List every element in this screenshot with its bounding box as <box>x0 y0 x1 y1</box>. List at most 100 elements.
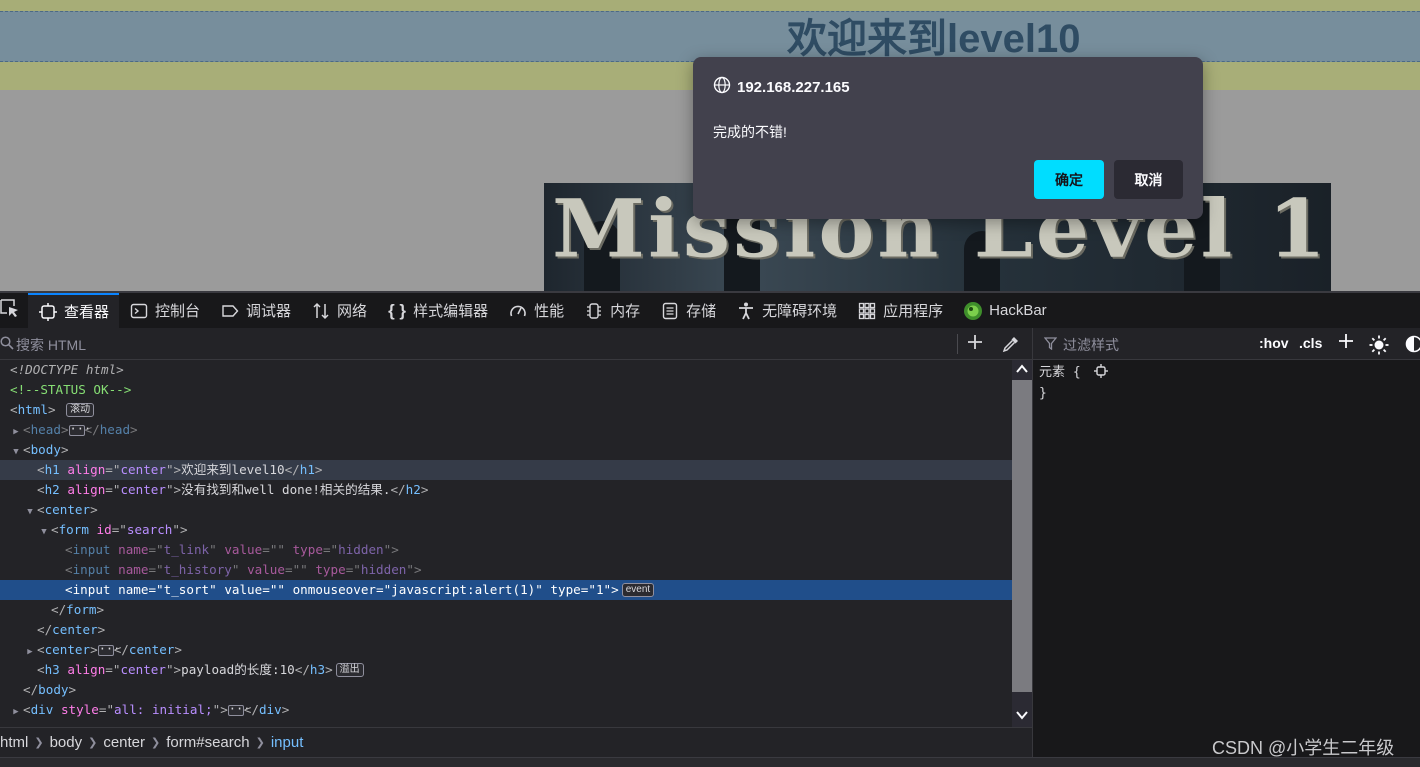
chevron-up-icon[interactable] <box>1015 362 1029 381</box>
tree-row-h3[interactable]: <h3 align="center">payload的长度:10</h3>溢出 <box>0 660 1012 680</box>
tab-console[interactable]: 控制台 <box>119 293 210 328</box>
tag-name: form <box>66 602 96 617</box>
breadcrumb-item-active[interactable]: input <box>271 734 308 751</box>
rule-close-brace: } <box>1039 384 1108 403</box>
element-picker-button[interactable] <box>0 293 28 328</box>
chevron-right-icon: ❯ <box>32 736 49 749</box>
tab-hackbar[interactable]: HackBar <box>953 293 1057 328</box>
tag-name: h2 <box>406 482 421 497</box>
attr-value: javascript:alert(1) <box>391 582 535 597</box>
collapse-arrow-icon[interactable]: ▼ <box>23 502 37 522</box>
tree-row-center-2[interactable]: ▶<center>···</center> <box>0 640 1012 660</box>
text-node: payload的长度:10 <box>181 662 295 677</box>
tab-label: 性能 <box>534 300 564 321</box>
devtools-tabbar: 查看器 控制台 调试器 网络 { } 样式编辑器 性能 内存 存储 <box>0 293 1420 329</box>
expand-arrow-icon[interactable]: ▶ <box>23 642 37 662</box>
tree-row-center-close[interactable]: </center> <box>0 620 1012 640</box>
breadcrumb-item[interactable]: html <box>0 734 32 751</box>
pseudo-class-toggle-button[interactable]: :hov <box>1259 335 1289 351</box>
markup-view: <!DOCTYPE html> <!--STATUS OK--> <html> … <box>0 328 1032 766</box>
tree-row-head[interactable]: ▶<head>···</head> <box>0 420 1012 440</box>
add-rule-button[interactable] <box>1337 332 1355 354</box>
tag-name: h2 <box>45 482 60 497</box>
collapsed-children-icon[interactable]: ··· <box>98 645 114 656</box>
tab-storage[interactable]: 存储 <box>650 293 726 328</box>
chevron-down-icon[interactable] <box>1015 708 1029 727</box>
attr-value: all: initial; <box>114 702 213 717</box>
tree-row-center[interactable]: ▼<center> <box>0 500 1012 520</box>
attr-value: center <box>120 482 166 497</box>
accessibility-icon <box>736 301 756 321</box>
tab-accessibility[interactable]: 无障碍环境 <box>726 293 847 328</box>
html-search-input[interactable] <box>14 333 918 357</box>
tree-row-body-close[interactable]: </body> <box>0 680 1012 700</box>
tree-row-input-t-sort[interactable]: <input name="t_sort" value="" onmouseove… <box>0 580 1012 600</box>
markup-scrollbar[interactable] <box>1012 360 1032 727</box>
breadcrumb: html ❯ body ❯ center ❯ form#search ❯ inp… <box>0 727 1032 757</box>
collapsed-children-icon[interactable]: ··· <box>228 705 244 716</box>
tree-row-form-close[interactable]: </form> <box>0 600 1012 620</box>
styles-filter-input[interactable] <box>1061 334 1255 356</box>
tree-row-div[interactable]: ▶<div style="all: initial;">···</div> <box>0 700 1012 720</box>
tag-name: head <box>31 422 61 437</box>
attr-value: 1 <box>596 582 604 597</box>
collapse-arrow-icon[interactable]: ▼ <box>37 522 51 542</box>
tab-debugger[interactable]: 调试器 <box>210 293 301 328</box>
tree-row-input-t-link[interactable]: <input name="t_link" value="" type="hidd… <box>0 540 1012 560</box>
expand-arrow-icon[interactable]: ▶ <box>9 702 23 722</box>
tab-application[interactable]: 应用程序 <box>847 293 953 328</box>
class-toggle-button[interactable]: .cls <box>1299 335 1322 351</box>
tag-name: h3 <box>310 662 325 677</box>
alert-cancel-button[interactable]: 取消 <box>1114 160 1183 199</box>
element-selector: 元素 { <box>1039 365 1081 380</box>
application-icon <box>857 301 877 321</box>
tab-inspector[interactable]: 查看器 <box>28 293 119 328</box>
tab-style-editor[interactable]: { } 样式编辑器 <box>377 293 498 328</box>
tag-name: body <box>38 682 68 697</box>
tree-row-input-t-history[interactable]: <input name="t_history" value="" type="h… <box>0 560 1012 580</box>
tree-row-h1[interactable]: <h1 align="center">欢迎来到level10</h1> <box>0 460 1012 480</box>
alert-origin: 192.168.227.165 <box>713 77 850 97</box>
collapsed-children-icon[interactable]: ··· <box>69 425 85 436</box>
tab-network[interactable]: 网络 <box>301 293 377 328</box>
element-picker-icon <box>0 298 20 323</box>
tab-memory[interactable]: 内存 <box>574 293 650 328</box>
expand-arrow-icon[interactable]: ▶ <box>9 422 23 442</box>
tree-row-doctype[interactable]: <!DOCTYPE html> <box>0 360 1012 380</box>
alert-message: 完成的不错! <box>713 122 787 142</box>
tree-row-h2[interactable]: <h2 align="center">没有找到和well done!相关的结果.… <box>0 480 1012 500</box>
light-mode-icon[interactable] <box>1369 335 1389 360</box>
tree-row-body[interactable]: ▼<body> <box>0 440 1012 460</box>
event-badge[interactable]: event <box>622 583 654 597</box>
tab-performance[interactable]: 性能 <box>498 293 574 328</box>
alert-ok-button[interactable]: 确定 <box>1034 160 1104 199</box>
node-highlight-icon[interactable] <box>1094 364 1108 384</box>
tree-row-form[interactable]: ▼<form id="search"> <box>0 520 1012 540</box>
tree-row-html[interactable]: <html> 滚动 <box>0 400 1012 420</box>
tab-label: 存储 <box>686 300 716 321</box>
breadcrumb-item[interactable]: form#search <box>166 734 253 751</box>
scrollbar-thumb[interactable] <box>1012 380 1032 692</box>
attr-value: t_history <box>164 562 232 577</box>
collapse-arrow-icon[interactable]: ▼ <box>9 442 23 462</box>
attr-name: align <box>67 462 105 477</box>
tab-label: 应用程序 <box>883 300 943 321</box>
filter-icon <box>1044 337 1057 355</box>
attr-value: t_sort <box>164 582 210 597</box>
tag-name: div <box>259 702 282 717</box>
text-node: 没有找到和well done!相关的结果. <box>181 482 390 497</box>
network-icon <box>311 301 331 321</box>
add-node-button[interactable] <box>966 333 984 355</box>
style-editor-icon: { } <box>387 301 407 321</box>
tree-row-comment[interactable]: <!--STATUS OK--> <box>0 380 1012 400</box>
overflow-badge[interactable]: 溢出 <box>336 663 364 677</box>
scroll-badge[interactable]: 滚动 <box>66 403 94 417</box>
eyedropper-icon[interactable] <box>1002 335 1020 358</box>
breadcrumb-item[interactable]: body <box>50 734 87 751</box>
rules-view: :hov .cls 元素 { } <box>1032 328 1420 766</box>
chevron-right-icon: ❯ <box>86 736 103 749</box>
breadcrumb-item[interactable]: center <box>103 734 149 751</box>
tag-name: center <box>45 642 91 657</box>
tag-name: h1 <box>300 462 315 477</box>
dark-mode-icon[interactable] <box>1405 335 1420 358</box>
